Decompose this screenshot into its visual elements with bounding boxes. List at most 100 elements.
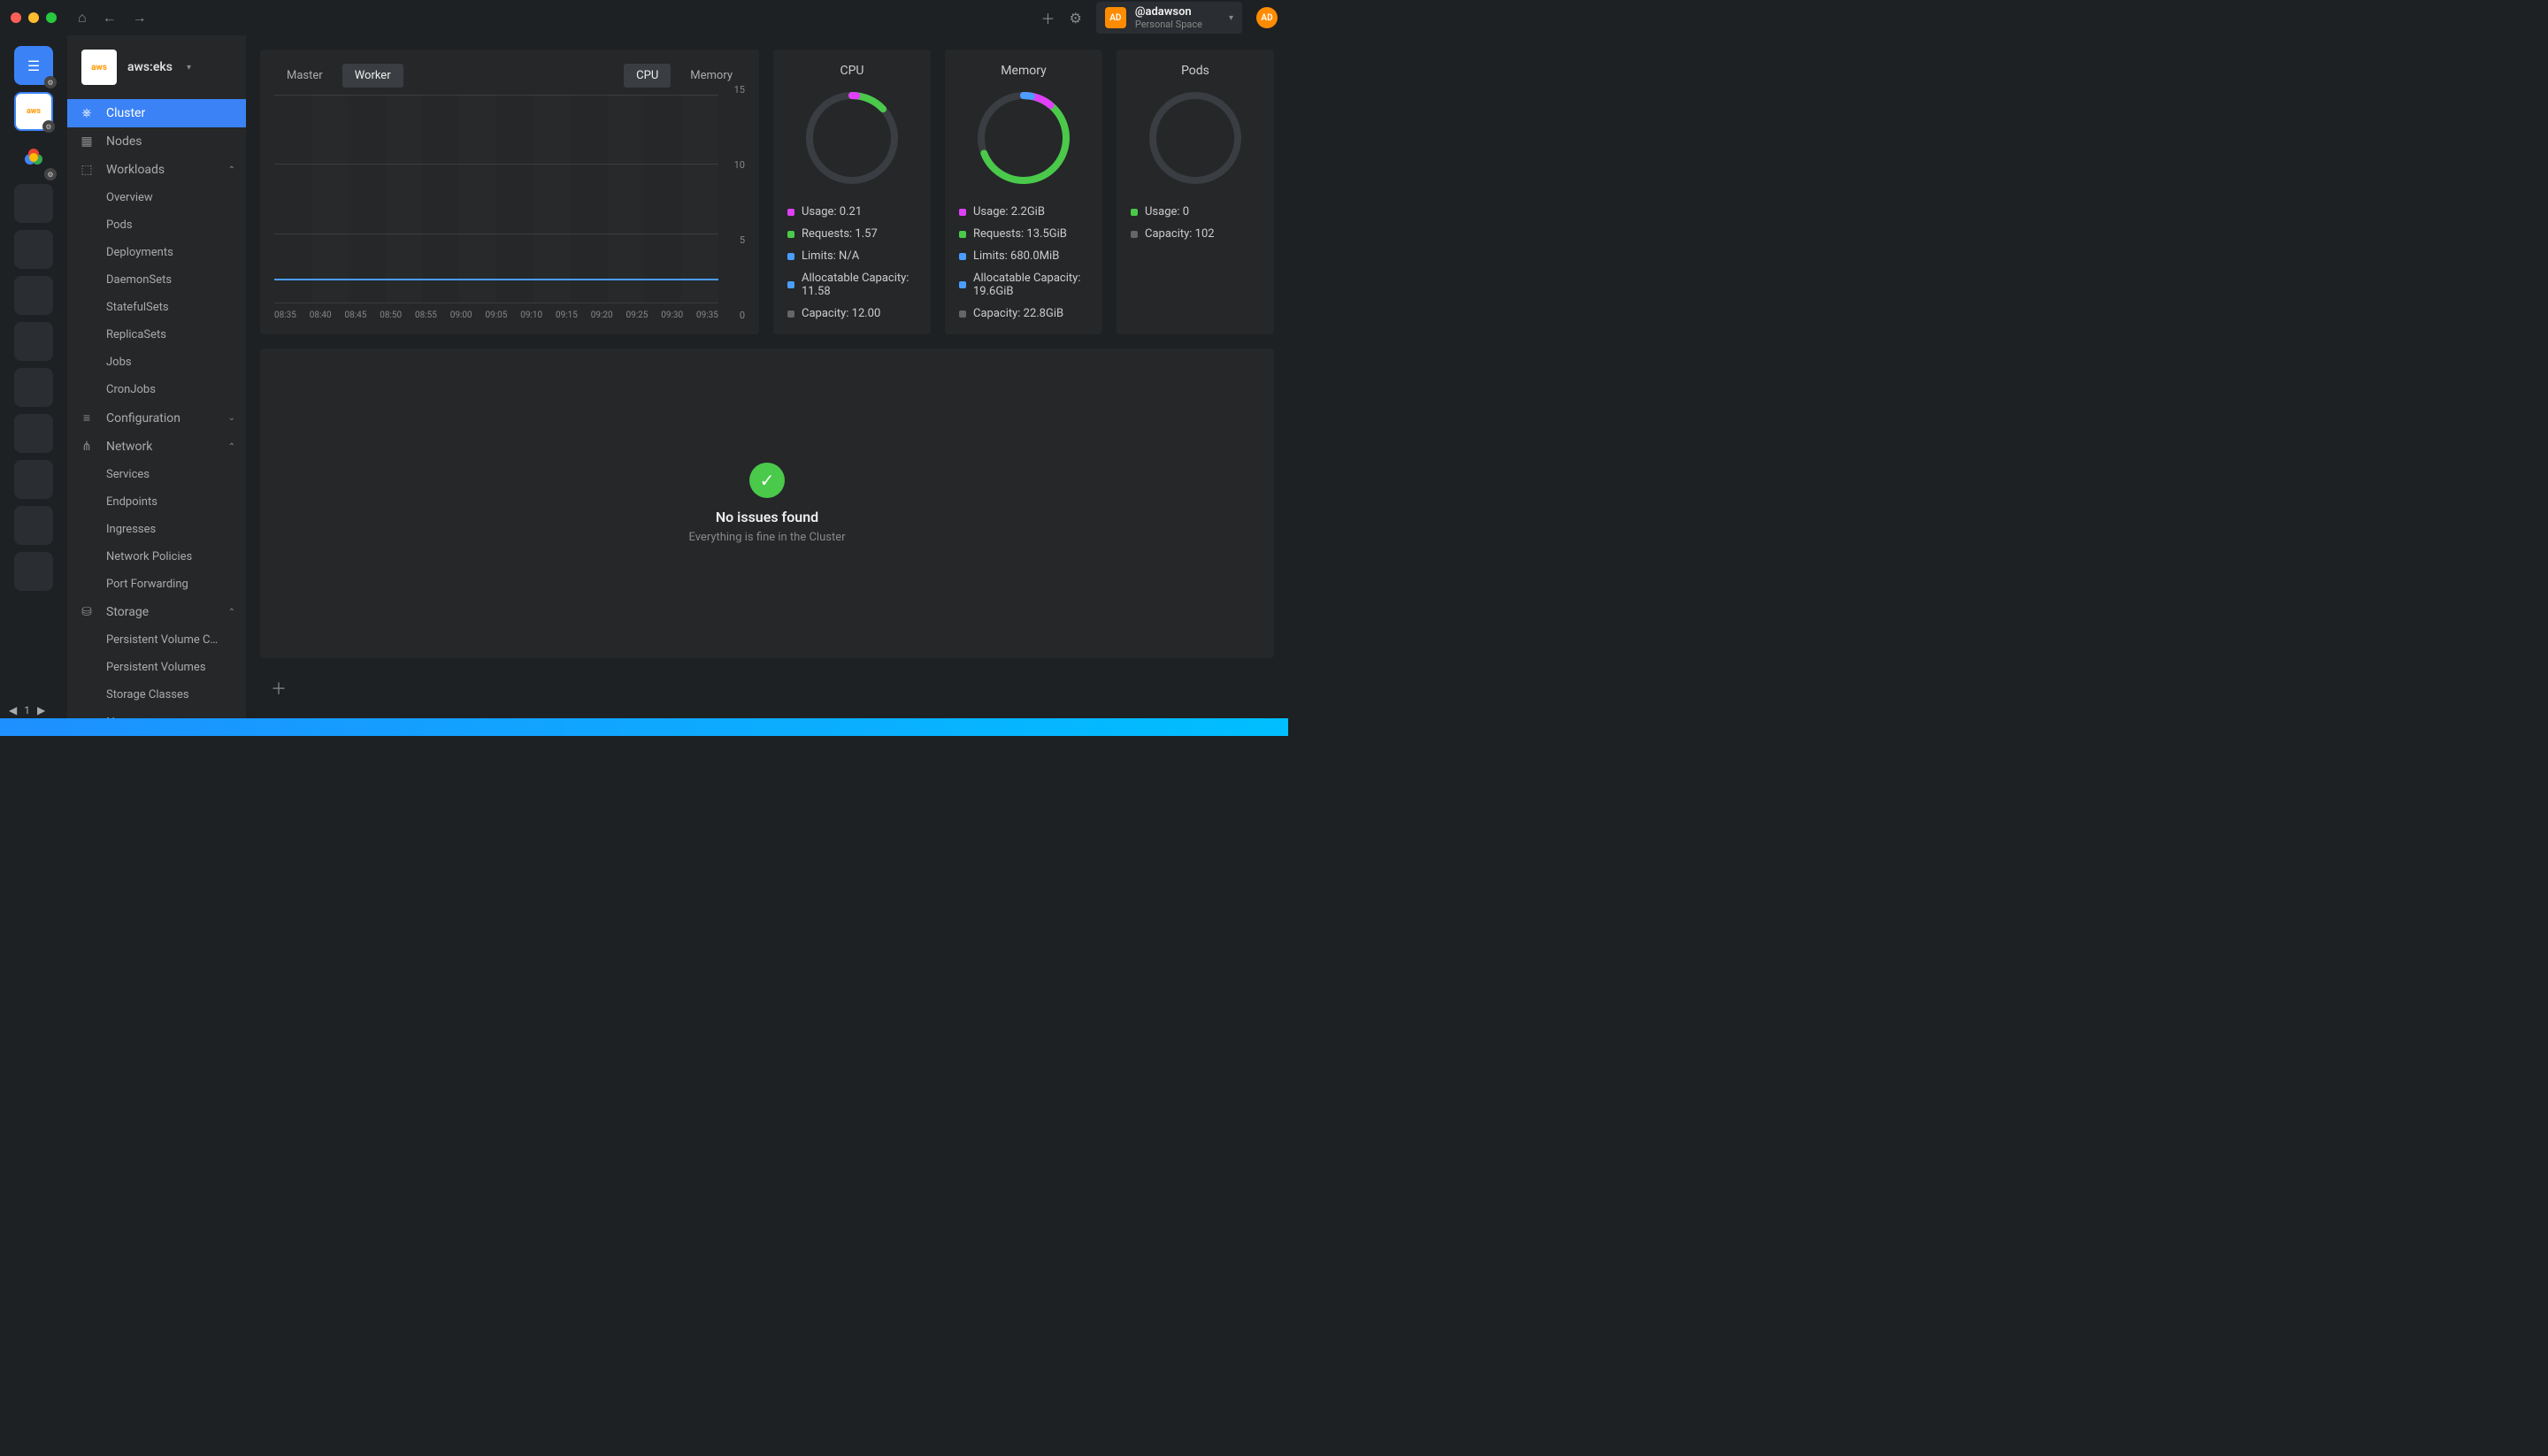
- status-bar: [0, 718, 1288, 736]
- swatch-icon: [959, 231, 966, 238]
- sidebar-item-services[interactable]: Services: [67, 461, 246, 488]
- legend-item: Requests: 13.5GiB: [959, 227, 1088, 241]
- user-menu[interactable]: AD @adawson Personal Space ▾: [1096, 2, 1242, 34]
- sidebar-item-workloads[interactable]: ⬚Workloads⌃: [67, 156, 246, 184]
- issues-subtitle: Everything is fine in the Cluster: [688, 531, 845, 544]
- rail-item-empty[interactable]: [14, 322, 53, 361]
- x-tick: 08:45: [345, 310, 367, 320]
- sidebar-item-storage-classes[interactable]: Storage Classes: [67, 681, 246, 709]
- legend-item: Usage: 0.21: [787, 205, 917, 218]
- cluster-selector[interactable]: aws aws:eks ▾: [67, 35, 246, 99]
- sidebar-item-daemonsets[interactable]: DaemonSets: [67, 266, 246, 294]
- gear-icon[interactable]: ⚙: [1070, 10, 1082, 27]
- tab-worker[interactable]: Worker: [342, 64, 403, 88]
- legend-item: Requests: 1.57: [787, 227, 917, 241]
- legend-item: Allocatable Capacity: 19.6GiB: [959, 272, 1088, 298]
- issues-panel: ✓ No issues found Everything is fine in …: [260, 349, 1274, 658]
- rail-item-empty[interactable]: [14, 506, 53, 545]
- legend-label: Allocatable Capacity: 11.58: [802, 272, 917, 298]
- rail-item-empty[interactable]: [14, 184, 53, 223]
- rail-item-empty[interactable]: [14, 460, 53, 499]
- rail-item-aws[interactable]: aws⚙: [14, 92, 53, 131]
- gear-icon[interactable]: ⚙: [44, 168, 57, 180]
- metrics-chart-panel: MasterWorker CPUMemory 08:3508:4008:4508…: [260, 50, 759, 334]
- titlebar: ⌂ ← → ＋ ⚙ AD @adawson Personal Space ▾ A…: [0, 0, 1288, 35]
- gauge-title: Pods: [1131, 64, 1260, 78]
- legend-item: Usage: 0: [1131, 205, 1260, 218]
- minimize-icon[interactable]: [28, 12, 39, 23]
- legend-item: Capacity: 102: [1131, 227, 1260, 241]
- sidebar-item-network-policies[interactable]: Network Policies: [67, 543, 246, 571]
- sidebar-item-jobs[interactable]: Jobs: [67, 349, 246, 376]
- sidebar-item-persistent-volume-c-[interactable]: Persistent Volume C…: [67, 626, 246, 654]
- home-icon[interactable]: ⌂: [78, 9, 87, 27]
- sidebar-item-port-forwarding[interactable]: Port Forwarding: [67, 571, 246, 598]
- legend-label: Requests: 13.5GiB: [973, 227, 1067, 241]
- sidebar-item-endpoints[interactable]: Endpoints: [67, 488, 246, 516]
- sidebar-icon: ≡: [78, 410, 96, 425]
- rail-item-empty[interactable]: [14, 276, 53, 315]
- sidebar-item-pods[interactable]: Pods: [67, 211, 246, 239]
- cluster-name: aws:eks: [127, 60, 173, 74]
- gauge-title: Memory: [959, 64, 1088, 78]
- sidebar-item-deployments[interactable]: Deployments: [67, 239, 246, 266]
- legend-item: Capacity: 12.00: [787, 307, 917, 320]
- sidebar-item-cronjobs[interactable]: CronJobs: [67, 376, 246, 403]
- sidebar: aws aws:eks ▾ ⎈Cluster▦Nodes⬚Workloads⌃O…: [67, 35, 246, 718]
- legend-label: Usage: 0.21: [802, 205, 862, 218]
- pager: ◀ 1 ▶: [9, 704, 45, 717]
- user-handle: @adawson: [1135, 5, 1202, 19]
- rail-item-empty[interactable]: [14, 230, 53, 269]
- close-icon[interactable]: [11, 12, 21, 23]
- tab-cpu[interactable]: CPU: [624, 64, 671, 88]
- window-controls: [11, 12, 57, 23]
- x-tick: 09:25: [626, 310, 649, 320]
- sidebar-item-persistent-volumes[interactable]: Persistent Volumes: [67, 654, 246, 681]
- sidebar-item-replicasets[interactable]: ReplicaSets: [67, 321, 246, 349]
- sidebar-icon: ⛁: [78, 605, 96, 619]
- sidebar-item-configuration[interactable]: ≡Configuration⌄: [67, 403, 246, 433]
- pager-page: 1: [24, 704, 30, 717]
- sidebar-item-label: Configuration: [106, 411, 180, 425]
- x-tick: 09:30: [661, 310, 683, 320]
- swatch-icon: [787, 310, 794, 318]
- y-tick: 15: [734, 84, 745, 96]
- sidebar-item-ingresses[interactable]: Ingresses: [67, 516, 246, 543]
- chevron-up-icon: ⌃: [228, 165, 235, 175]
- back-icon[interactable]: ←: [103, 9, 117, 27]
- chevron-up-icon: ⌃: [228, 608, 235, 617]
- content-area: Master Worker CPU Memory 08:3508:4008:4508…: [246, 35, 1288, 718]
- line-chart: 08:3508:4008:4508:5008:5509:0009:0509:10…: [274, 95, 745, 320]
- maximize-icon[interactable]: [46, 12, 57, 23]
- issues-title: No issues found: [716, 509, 818, 525]
- sidebar-item-statefulsets[interactable]: StatefulSets: [67, 294, 246, 321]
- swatch-icon: [787, 209, 794, 216]
- rail-item-empty[interactable]: [14, 552, 53, 591]
- tab-master[interactable]: Master: [274, 64, 335, 88]
- rail-item-gcp[interactable]: ⚙: [14, 138, 53, 177]
- sidebar-item-nodes[interactable]: ▦Nodes: [67, 127, 246, 156]
- sidebar-item-storage[interactable]: ⛁Storage⌃: [67, 598, 246, 626]
- gear-icon[interactable]: ⚙: [44, 76, 57, 88]
- add-icon[interactable]: ＋: [1040, 7, 1055, 28]
- pager-next[interactable]: ▶: [37, 704, 45, 717]
- sidebar-item-overview[interactable]: Overview: [67, 184, 246, 211]
- swatch-icon: [959, 209, 966, 216]
- pager-prev[interactable]: ◀: [9, 704, 17, 717]
- rail-item-empty[interactable]: [14, 368, 53, 407]
- legend-item: Limits: 680.0MiB: [959, 249, 1088, 263]
- sidebar-item-network[interactable]: ⋔Network⌃: [67, 433, 246, 461]
- x-tick: 08:55: [415, 310, 437, 320]
- sidebar-item-namespaces[interactable]: ◈Namespaces: [67, 709, 246, 718]
- legend-item: Usage: 2.2GiB: [959, 205, 1088, 218]
- forward-icon[interactable]: →: [133, 9, 147, 27]
- gear-icon[interactable]: ⚙: [42, 120, 55, 133]
- sidebar-icon: ▦: [78, 134, 96, 149]
- terminal-add-tab[interactable]: ＋: [260, 672, 1274, 704]
- gauge-ring: [1142, 85, 1248, 191]
- rail-item-empty[interactable]: [14, 414, 53, 453]
- avatar-round[interactable]: AD: [1256, 7, 1278, 28]
- swatch-icon: [959, 253, 966, 260]
- rail-item-home[interactable]: ☰⚙: [14, 46, 53, 85]
- sidebar-item-cluster[interactable]: ⎈Cluster: [67, 99, 246, 127]
